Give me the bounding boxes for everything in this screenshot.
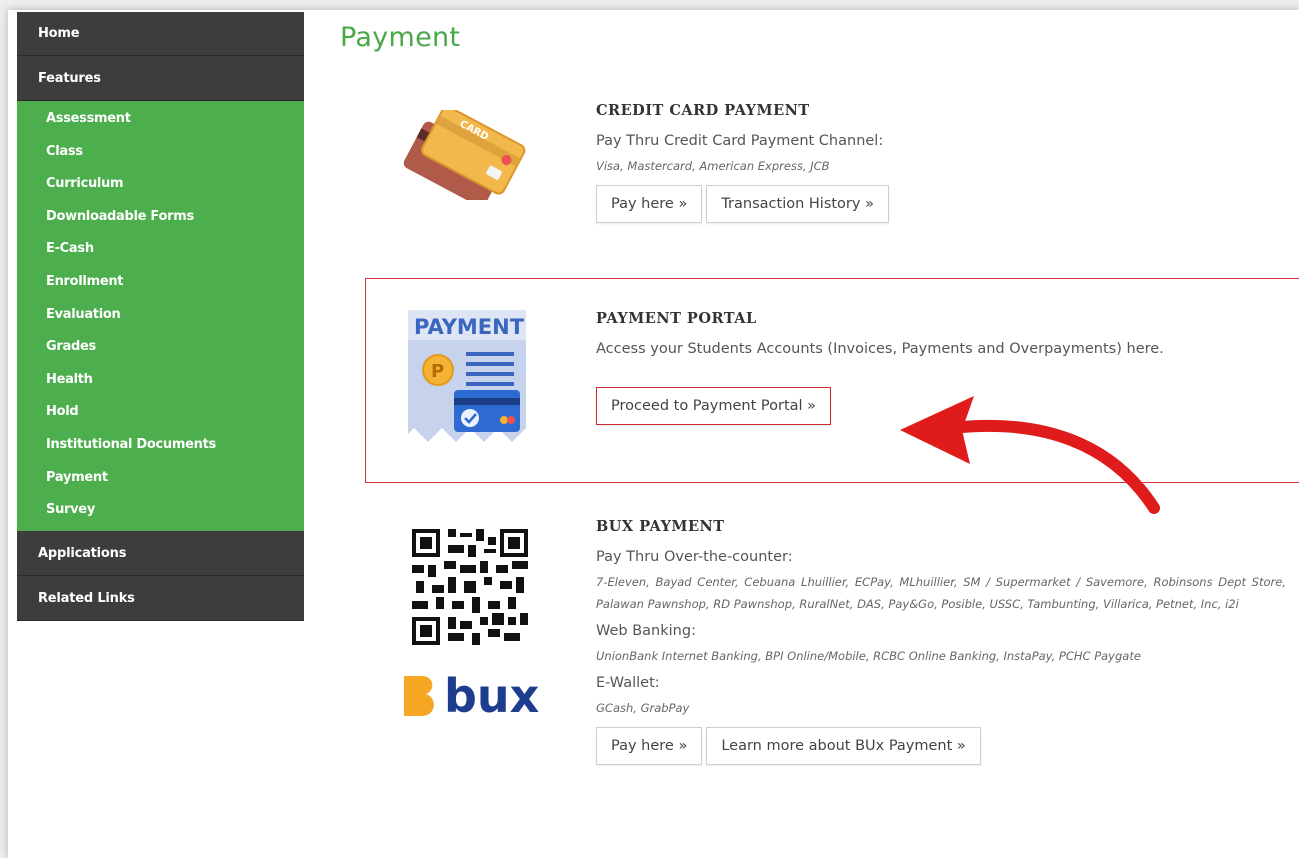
features-submenu: Assessment Class Curriculum Downloadable… [17,101,304,531]
credit-card-pay-button[interactable]: Pay here » [596,185,703,223]
bux-ewallet-list: GCash, GrabPay [596,701,690,715]
credit-card-section: CREDIT CARD PAYMENT Pay Thru Credit Card… [596,102,1286,223]
sidebar-item-features[interactable]: Features [17,56,304,101]
credit-card-desc: Pay Thru Credit Card Payment Channel: [596,133,884,149]
bux-web-label: Web Banking: [596,623,696,639]
sidebar-subitem-assessment[interactable]: Assessment [17,103,304,136]
learn-more-bux-button[interactable]: Learn more about BUx Payment » [706,727,981,765]
bux-ewallet-label: E-Wallet: [596,675,660,691]
bux-title: BUX PAYMENT [596,518,725,535]
arrow-icon [892,388,1162,522]
sidebar-subitem-enrollment[interactable]: Enrollment [17,266,304,299]
bux-logo-icon: bux [402,669,552,724]
coin-icon-text: P [431,361,444,382]
sidebar-subitem-downloadable-forms[interactable]: Downloadable Forms [17,201,304,234]
bux-web-list: UnionBank Internet Banking, BPI Online/M… [596,649,1141,663]
page: Home Features Assessment Class Curriculu… [8,10,1299,858]
proceed-to-payment-portal-button[interactable]: Proceed to Payment Portal » [596,387,832,425]
sidebar-subitem-evaluation[interactable]: Evaluation [17,299,304,332]
sidebar-item-home[interactable]: Home [17,12,304,56]
bux-otc-label: Pay Thru Over-the-counter: [596,549,793,565]
sidebar-subitem-institutional-documents[interactable]: Institutional Documents [17,429,304,462]
credit-card-list: Visa, Mastercard, American Express, JCB [596,159,830,173]
sidebar-subitem-survey[interactable]: Survey [17,494,304,527]
sidebar: Home Features Assessment Class Curriculu… [17,12,304,621]
payment-icon-text: PAYMENT [414,315,525,339]
sidebar-subitem-payment[interactable]: Payment [17,462,304,495]
sidebar-subitem-health[interactable]: Health [17,364,304,397]
page-title: Payment [340,22,461,53]
credit-card-icon: CARD [400,105,530,207]
payment-portal-desc: Access your Students Accounts (Invoices,… [596,341,1164,357]
sidebar-subitem-hold[interactable]: Hold [17,396,304,429]
sidebar-item-applications[interactable]: Applications [17,530,304,576]
sidebar-subitem-curriculum[interactable]: Curriculum [17,168,304,201]
bux-logo-text: bux [444,670,539,720]
bux-pay-button[interactable]: Pay here » [596,727,703,765]
sidebar-subitem-e-cash[interactable]: E-Cash [17,233,304,266]
sidebar-subitem-class[interactable]: Class [17,136,304,169]
transaction-history-button[interactable]: Transaction History » [706,185,889,223]
bux-otc-list: 7-Eleven, Bayad Center, Cebuana Lhuillie… [596,575,1286,611]
payment-portal-title: PAYMENT PORTAL [596,310,757,327]
sidebar-subitem-grades[interactable]: Grades [17,331,304,364]
qr-code-icon [412,528,528,650]
sidebar-item-related-links[interactable]: Related Links [17,575,304,621]
payment-receipt-icon: PAYMENT P [404,308,530,450]
bux-payment-section: BUX PAYMENT Pay Thru Over-the-counter: 7… [596,518,1286,765]
credit-card-title: CREDIT CARD PAYMENT [596,102,810,119]
